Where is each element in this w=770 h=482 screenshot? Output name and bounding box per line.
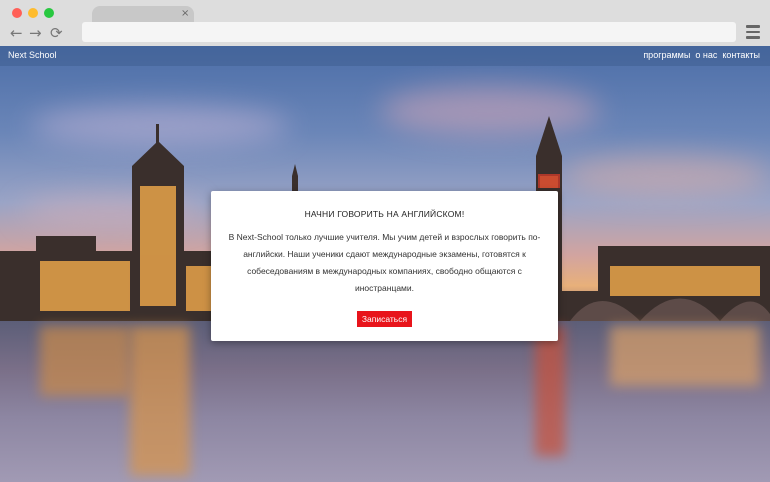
hamburger-menu-icon[interactable] — [746, 25, 760, 39]
forward-icon[interactable]: → — [29, 24, 42, 42]
site-logo[interactable]: Next School — [8, 50, 57, 60]
promo-title: НАЧНИ ГОВОРИТЬ НА АНГЛИЙСКОМ! — [304, 209, 465, 219]
maximize-window-icon[interactable] — [44, 8, 54, 18]
nav-link-programs[interactable]: программы — [643, 50, 690, 60]
close-window-icon[interactable] — [12, 8, 22, 18]
address-bar[interactable] — [82, 22, 736, 42]
site-nav: программы о нас контакты — [643, 50, 760, 60]
site-header: Next School программы о нас контакты — [0, 46, 770, 66]
nav-link-about[interactable]: о нас — [695, 50, 717, 60]
web-page: Next School программы о нас контакты НАЧ… — [0, 46, 770, 482]
promo-card: НАЧНИ ГОВОРИТЬ НА АНГЛИЙСКОМ! В Next-Sch… — [211, 191, 558, 341]
signup-button[interactable]: Записаться — [356, 311, 413, 327]
back-icon[interactable]: ← — [10, 24, 23, 42]
nav-link-contacts[interactable]: контакты — [722, 50, 760, 60]
browser-tab[interactable] — [92, 6, 194, 22]
tab-close-icon[interactable]: × — [181, 7, 189, 21]
browser-chrome: × ← → ⟳ — [0, 0, 770, 46]
reload-icon[interactable]: ⟳ — [50, 24, 63, 42]
minimize-window-icon[interactable] — [28, 8, 38, 18]
promo-text: В Next-School только лучшие учителя. Мы … — [228, 232, 541, 293]
